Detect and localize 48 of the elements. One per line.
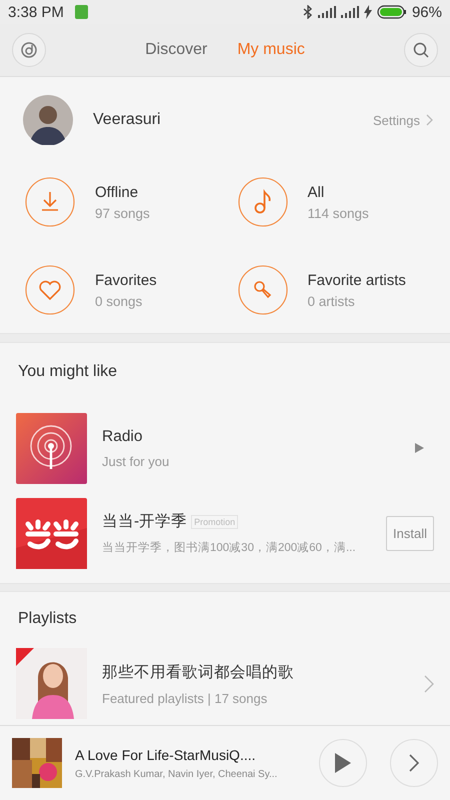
playlist-title: 那些不用看歌词都会唱的歌 (102, 662, 295, 682)
app-logo-icon (16, 498, 87, 568)
download-icon (25, 177, 75, 227)
microphone-icon (238, 265, 288, 315)
library-item[interactable]: Favorite artists 0 artists (238, 265, 450, 315)
chevron-icon (409, 754, 419, 772)
section-title: You might like (17, 362, 118, 382)
battery-level: 96% (412, 4, 442, 20)
song-count: 0 songs (95, 294, 144, 308)
item-subtitle: Just for you (102, 454, 170, 468)
category-title: Offline (95, 184, 140, 200)
music-note-icon (238, 177, 288, 227)
category-title: Favorites (95, 272, 157, 288)
section-title: Playlists (17, 609, 78, 629)
item-subtitle: 当当开学季，图书满100减30，满200减60，满... (102, 540, 356, 555)
song-count: 114 songs (308, 206, 369, 220)
library-item[interactable]: All 114 songs (238, 177, 450, 227)
play-button[interactable] (319, 739, 367, 787)
item-title: 当当-开学季 (102, 512, 188, 532)
radio-icon (16, 412, 87, 484)
user-name: Veerasuri (93, 111, 161, 129)
song-title: A Love For Life-StarMusiQ.... (75, 746, 257, 762)
notification-icon (74, 5, 88, 19)
bluetooth-icon (302, 5, 313, 19)
chevron-icon (426, 114, 434, 126)
search-icon (412, 41, 430, 59)
promotion-tag: Promotion (191, 514, 238, 528)
disc-icon (20, 41, 38, 59)
library-item[interactable]: Offline 97 songs (25, 177, 238, 227)
category-title: Favorite artists (308, 272, 406, 288)
clock: 3:38 PM (8, 4, 64, 20)
avatar-icon[interactable] (23, 95, 73, 145)
search-button[interactable] (404, 33, 438, 67)
song-count: 97 songs (95, 206, 150, 220)
battery-icon (376, 5, 407, 19)
signal-icon (340, 6, 359, 18)
play-icon[interactable] (415, 443, 424, 453)
song-count: 0 artists (308, 294, 356, 308)
category-title: All (308, 184, 326, 200)
now-playing-button[interactable] (12, 33, 46, 67)
artist-names: G.V.Prakash Kumar, Navin Iyer, Cheenai Sy... (75, 768, 278, 780)
library-item[interactable]: Favorites 0 songs (25, 265, 238, 315)
play-icon (335, 753, 351, 773)
playlist-subtitle: Featured playlists | 17 songs (102, 690, 268, 706)
signal-icon (318, 6, 336, 18)
charging-icon (364, 5, 372, 19)
tab[interactable]: Discover (145, 37, 208, 63)
item-title: Radio (102, 428, 142, 446)
